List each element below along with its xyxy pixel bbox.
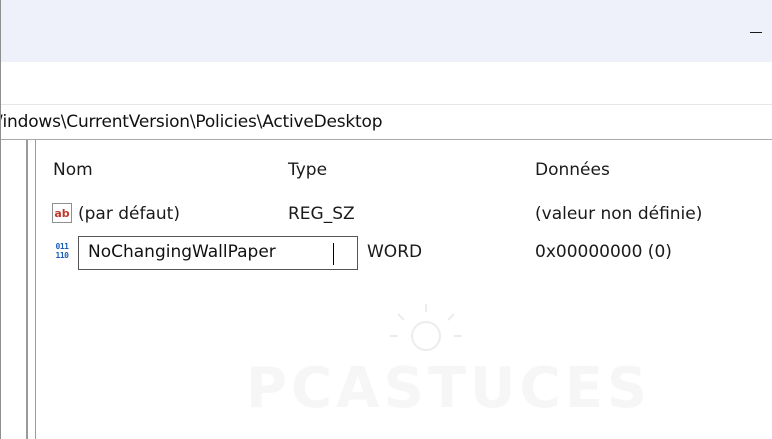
registry-editor-window: /indows\CurrentVersion\Policies\ActiveDe… <box>0 0 772 439</box>
rename-field[interactable] <box>78 236 358 270</box>
value-type: WORD <box>367 242 423 262</box>
string-value-icon: ab <box>52 203 72 223</box>
values-list-pane[interactable]: PCASTUCES Nom Type Données ab (par défau… <box>36 140 772 439</box>
minimize-button[interactable] <box>739 14 772 48</box>
title-bar <box>1 0 772 62</box>
column-header-name[interactable]: Nom <box>53 160 93 180</box>
address-path: /indows\CurrentVersion\Policies\ActiveDe… <box>1 112 383 132</box>
column-header-type[interactable]: Type <box>288 160 327 180</box>
key-tree-pane[interactable] <box>1 140 26 439</box>
string-icon-glyph: ab <box>54 206 70 220</box>
address-bar[interactable]: /indows\CurrentVersion\Policies\ActiveDe… <box>1 104 772 140</box>
binary-icon-glyph-bottom: 110 <box>55 251 69 260</box>
watermark: PCASTUCES <box>216 290 647 430</box>
minimize-icon <box>750 32 762 33</box>
binary-value-icon: 011 110 <box>52 241 72 261</box>
text-caret <box>333 243 334 265</box>
value-data: 0x00000000 (0) <box>535 242 672 262</box>
column-header-data[interactable]: Données <box>535 160 610 180</box>
value-name: (par défaut) <box>78 204 180 224</box>
value-data: (valeur non définie) <box>535 204 703 224</box>
pane-splitter[interactable] <box>26 140 28 439</box>
menu-bar <box>1 62 772 100</box>
watermark-text: PCASTUCES <box>246 356 652 421</box>
binary-icon-glyph-top: 011 <box>55 242 69 251</box>
watermark-logo-icon <box>390 304 462 351</box>
rename-input[interactable] <box>88 242 348 262</box>
value-type: REG_SZ <box>288 204 355 224</box>
list-row[interactable]: ab (par défaut) REG_SZ (valeur non défin… <box>36 200 772 230</box>
